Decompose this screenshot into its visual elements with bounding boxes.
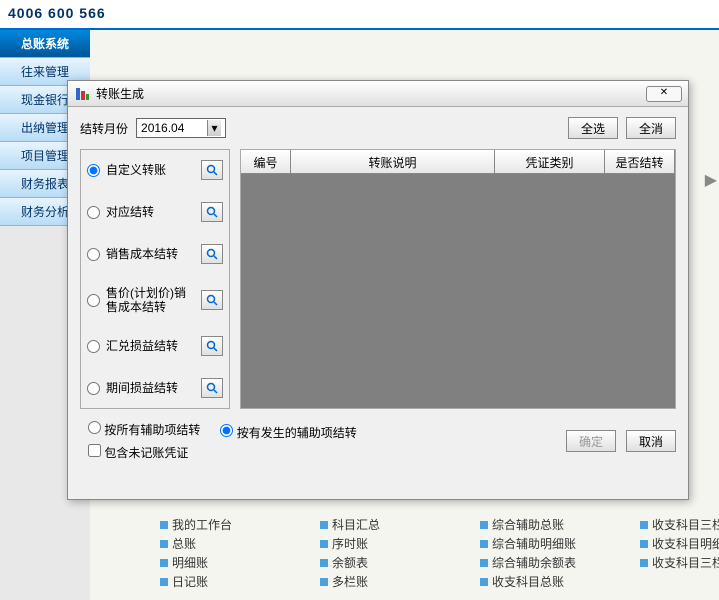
- radio-corresponding-input[interactable]: [87, 206, 100, 219]
- lookup-plan-price-button[interactable]: [201, 290, 223, 310]
- radio-corresponding[interactable]: 对应结转: [87, 202, 223, 222]
- col-number[interactable]: 编号: [241, 150, 291, 173]
- bullet-icon: [640, 559, 648, 567]
- lookup-corresponding-button[interactable]: [201, 202, 223, 222]
- col-is-transfer[interactable]: 是否结转: [605, 150, 675, 173]
- bullet-icon: [320, 540, 328, 548]
- bullet-icon: [640, 540, 648, 548]
- magnifier-icon: [206, 294, 218, 306]
- bullet-icon: [480, 578, 488, 586]
- select-all-button[interactable]: 全选: [568, 117, 618, 139]
- radio-sales-cost[interactable]: 销售成本结转: [87, 244, 223, 264]
- bullet-icon: [160, 540, 168, 548]
- link-item[interactable]: 综合辅助明细账: [480, 535, 630, 552]
- magnifier-icon: [206, 340, 218, 352]
- bullet-icon: [480, 521, 488, 529]
- bullet-icon: [160, 578, 168, 586]
- link-item[interactable]: 收支科目总账: [480, 573, 630, 590]
- bullet-icon: [320, 559, 328, 567]
- bullet-icon: [480, 559, 488, 567]
- dialog-title: 转账生成: [96, 85, 144, 102]
- radio-exchange[interactable]: 汇兑损益结转: [87, 336, 223, 356]
- opt-include-unposted[interactable]: 包含未记账凭证: [88, 444, 200, 461]
- link-item[interactable]: 收支科目明细账: [640, 535, 719, 552]
- ok-button[interactable]: 确定: [566, 430, 616, 452]
- grid-body[interactable]: [241, 174, 675, 408]
- link-item[interactable]: 多栏账: [320, 573, 470, 590]
- magnifier-icon: [206, 248, 218, 260]
- month-value: 2016.04: [141, 121, 184, 135]
- radio-custom[interactable]: 自定义转账: [87, 160, 223, 180]
- magnifier-icon: [206, 164, 218, 176]
- link-item[interactable]: 明细账: [160, 554, 310, 571]
- magnifier-icon: [206, 206, 218, 218]
- dialog-titlebar: 转账生成 ✕: [68, 81, 688, 107]
- link-item[interactable]: 科目汇总: [320, 516, 470, 533]
- bullet-icon: [640, 521, 648, 529]
- lookup-sales-cost-button[interactable]: [201, 244, 223, 264]
- bullet-icon: [480, 540, 488, 548]
- lookup-exchange-button[interactable]: [201, 336, 223, 356]
- link-item[interactable]: 综合辅助总账: [480, 516, 630, 533]
- link-item[interactable]: 我的工作台: [160, 516, 310, 533]
- bullet-icon: [320, 578, 328, 586]
- collapse-arrow-icon[interactable]: ▶: [705, 170, 717, 190]
- close-button[interactable]: ✕: [646, 86, 682, 102]
- lookup-period-button[interactable]: [201, 378, 223, 398]
- dropdown-arrow-icon: ▾: [207, 120, 221, 136]
- link-item[interactable]: 日记账: [160, 573, 310, 590]
- dialog-top-row: 结转月份 2016.04 ▾ 全选 全消: [80, 117, 676, 139]
- bullet-icon: [160, 559, 168, 567]
- sidebar-item-general-ledger[interactable]: 总账系统: [0, 30, 90, 58]
- link-item[interactable]: 序时账: [320, 535, 470, 552]
- link-item[interactable]: 综合辅助余额表: [480, 554, 630, 571]
- phone-number: 4006 600 566: [8, 5, 106, 21]
- transfer-grid: 编号 转账说明 凭证类别 是否结转: [240, 149, 676, 409]
- link-item[interactable]: 总账: [160, 535, 310, 552]
- opt-all-aux[interactable]: 按所有辅助项结转: [88, 421, 200, 438]
- bottom-options: 按所有辅助项结转 包含未记账凭证 按有发生的辅助项结转 确定 取消: [80, 421, 676, 461]
- radio-exchange-input[interactable]: [87, 340, 100, 353]
- link-item[interactable]: 收支科目三栏式总账: [640, 516, 719, 533]
- bullet-icon: [320, 521, 328, 529]
- col-voucher-type[interactable]: 凭证类别: [495, 150, 605, 173]
- radio-custom-input[interactable]: [87, 164, 100, 177]
- radio-plan-price[interactable]: 售价(计划价)销售成本结转: [87, 286, 223, 314]
- radio-period[interactable]: 期间损益结转: [87, 378, 223, 398]
- month-select[interactable]: 2016.04 ▾: [136, 118, 226, 138]
- month-label: 结转月份: [80, 120, 128, 137]
- grid-header: 编号 转账说明 凭证类别 是否结转: [241, 150, 675, 174]
- transfer-type-panel: 自定义转账 对应结转 销售成本结转 售价(计划价)销售成本结转: [80, 149, 230, 409]
- opt-occur-aux[interactable]: 按有发生的辅助项结转: [220, 424, 356, 441]
- radio-plan-price-input[interactable]: [87, 294, 100, 307]
- transfer-dialog: 转账生成 ✕ 结转月份 2016.04 ▾ 全选 全消 自定义转账: [67, 80, 689, 500]
- col-desc[interactable]: 转账说明: [291, 150, 495, 173]
- lookup-custom-button[interactable]: [201, 160, 223, 180]
- radio-sales-cost-input[interactable]: [87, 248, 100, 261]
- cancel-button[interactable]: 取消: [626, 430, 676, 452]
- app-icon: [74, 86, 90, 102]
- radio-period-input[interactable]: [87, 382, 100, 395]
- links-area: 我的工作台 科目汇总 综合辅助总账 收支科目三栏式总账 总账 序时账 综合辅助明…: [160, 516, 719, 590]
- magnifier-icon: [206, 382, 218, 394]
- link-item[interactable]: 余额表: [320, 554, 470, 571]
- select-none-button[interactable]: 全消: [626, 117, 676, 139]
- bullet-icon: [160, 521, 168, 529]
- top-banner: 4006 600 566: [0, 0, 719, 30]
- link-item[interactable]: 收支科目三栏式明细账: [640, 554, 719, 571]
